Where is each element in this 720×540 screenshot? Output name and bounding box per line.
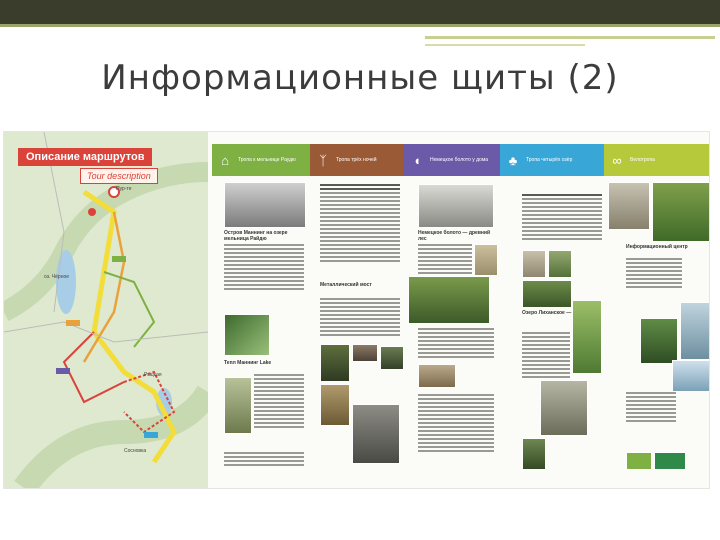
section-heading: Тепл Маннинг Lake — [224, 360, 272, 366]
small-photo — [548, 250, 572, 278]
forest-photo — [522, 280, 572, 308]
pine-icon: ♣ — [508, 152, 518, 168]
trail-header: ∞ Велотропа — [604, 144, 709, 176]
accent-stripe-short — [425, 36, 715, 39]
trail-column: ⌂ Тропа к мельнице Раудю Остров Маннинг … — [212, 132, 310, 488]
historic-photo — [418, 184, 494, 228]
trees-photo — [320, 344, 350, 382]
trail-column: ∞ Велотропа Информационный центр — [604, 132, 709, 488]
section-heading: Металлический мост — [320, 282, 372, 288]
forest-photo — [224, 314, 270, 356]
historic-photo — [608, 182, 650, 230]
stone-photo — [540, 380, 588, 436]
stones-photo — [352, 344, 378, 362]
trail-column: ᛉ Тропа трёх ночей Металлический мост — [310, 132, 404, 488]
trail-column: ♣ Тропа четырёх озёр Озеро Лиханское — S… — [500, 132, 604, 488]
bridge-photo — [418, 364, 456, 388]
map-label: Пур-те — [116, 186, 132, 192]
map-drawing — [4, 132, 208, 488]
map-title: Описание маршрутов — [18, 148, 153, 166]
bicycle-icon: ∞ — [612, 152, 622, 168]
info-board: Описание маршрутов Tour description Пур-… — [3, 131, 710, 489]
map-label: Рыцкая — [144, 372, 162, 378]
section-heading: Немецкое болото — древний лес — [418, 230, 491, 242]
trail-header: ᛉ Тропа трёх ночей — [310, 144, 404, 176]
text-block — [418, 394, 494, 454]
accent-stripe — [0, 24, 720, 27]
text-block — [626, 258, 682, 290]
bridge-photo — [680, 302, 709, 360]
trail-column: ◖ Немецкое болото у дома Немецкое болото… — [404, 132, 500, 488]
forest-photo — [640, 318, 678, 364]
text-block — [224, 452, 304, 468]
historic-photo — [224, 182, 306, 228]
fish-icon: ◖ — [413, 152, 421, 168]
forest-photo — [522, 438, 546, 470]
path-photo — [320, 384, 350, 426]
logo-mark — [626, 452, 652, 470]
section-heading: Информационный центр — [626, 244, 688, 250]
bridge-photo — [408, 276, 490, 324]
trees-photo — [572, 300, 602, 374]
text-block — [418, 328, 494, 360]
title-bar-band — [0, 0, 720, 24]
text-block — [320, 298, 400, 338]
trail-header: ⌂ Тропа к мельнице Раудю — [212, 144, 310, 176]
map-label: Сосновка — [124, 448, 147, 454]
text-block — [522, 332, 570, 380]
deer-icon: ᛉ — [319, 152, 327, 168]
map-label: оз. Чёрное — [44, 274, 70, 280]
small-photo — [474, 244, 498, 276]
lake-photo — [672, 360, 709, 392]
trees-photo — [652, 182, 709, 242]
text-block — [626, 392, 676, 424]
text-block — [320, 184, 400, 264]
forest-photo — [380, 346, 404, 370]
text-block — [254, 374, 304, 430]
route-map: Описание маршрутов Tour description Пур-… — [4, 132, 208, 488]
text-block — [224, 244, 304, 292]
trail-header: ◖ Немецкое болото у дома — [404, 144, 500, 176]
section-heading: Остров Маннинг на озере мельница Райдю — [224, 230, 288, 242]
plant-photo — [224, 377, 252, 434]
mill-icon: ⌂ — [221, 152, 229, 168]
text-block — [522, 194, 602, 242]
historic-photo — [352, 404, 400, 464]
logo-mark — [654, 452, 686, 470]
lake-shape — [56, 250, 76, 314]
accent-stripe-shorter — [425, 44, 585, 46]
trail-header: ♣ Тропа четырёх озёр — [500, 144, 604, 176]
small-photo — [522, 250, 546, 278]
map-subtitle: Tour description — [80, 168, 158, 184]
text-block — [418, 244, 472, 276]
slide-title: Информационные щиты (2) — [101, 58, 619, 98]
